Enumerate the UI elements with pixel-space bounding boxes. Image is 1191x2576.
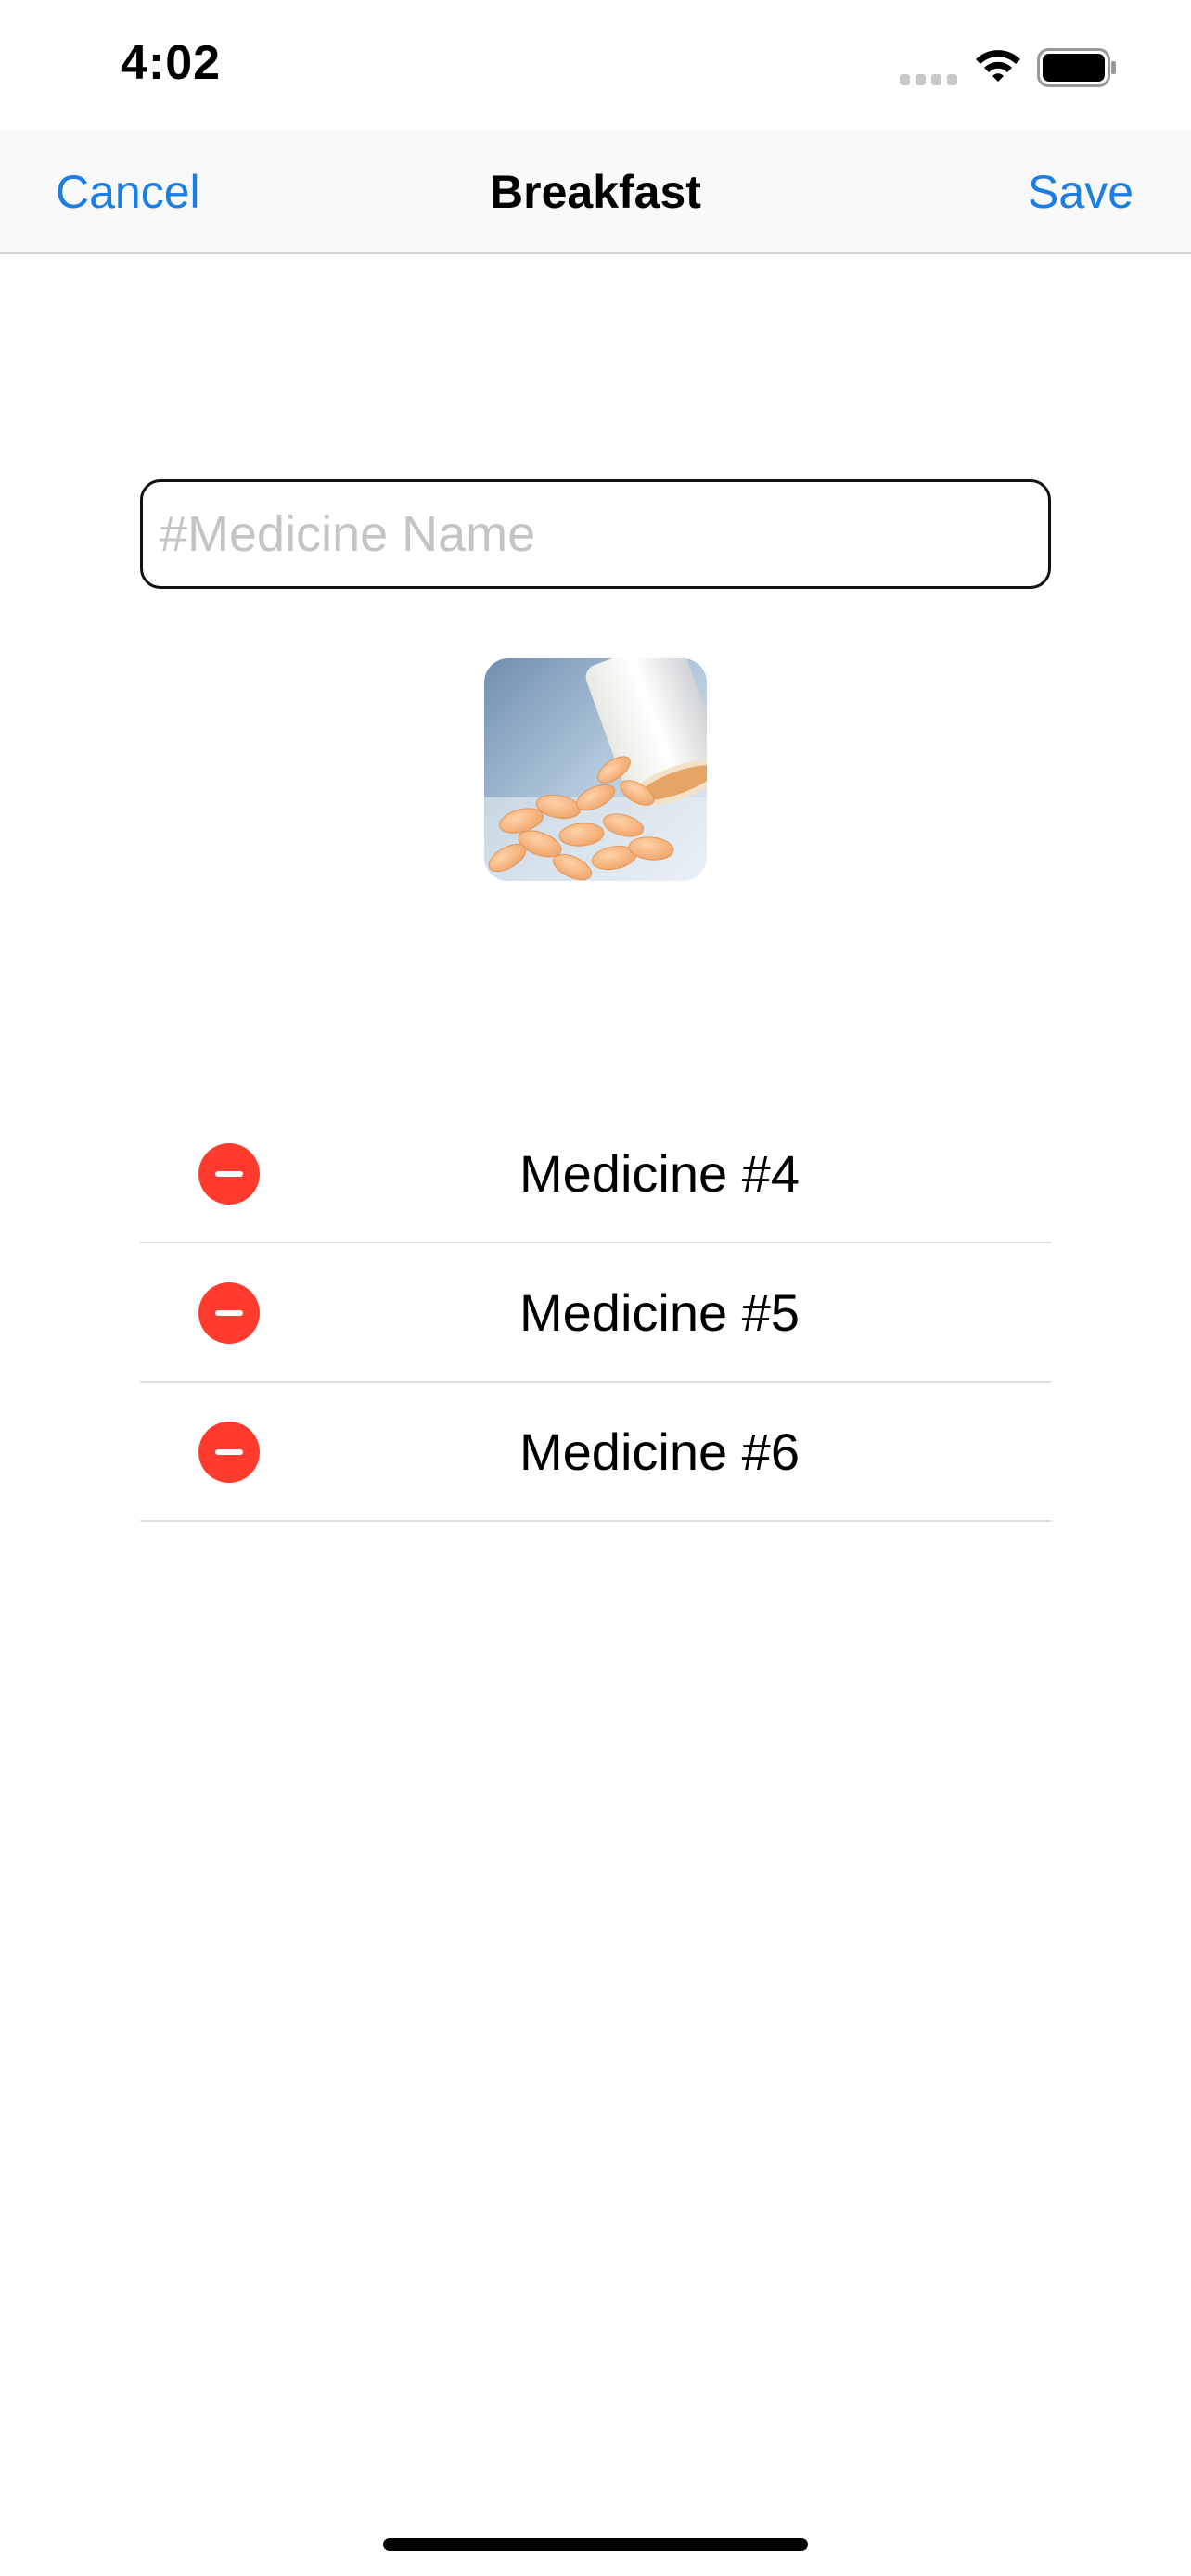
- delete-icon[interactable]: [198, 1422, 260, 1483]
- pill-bottle-illustration: [484, 658, 707, 881]
- save-button[interactable]: Save: [1028, 130, 1133, 254]
- medicine-name-input[interactable]: [140, 479, 1051, 589]
- medicine-label: Medicine #5: [519, 1283, 800, 1342]
- medicine-list: Medicine #4 Medicine #5 Medicine #6: [140, 1104, 1051, 1522]
- status-time: 4:02: [121, 36, 222, 90]
- navigation-bar: Breakfast Cancel Save: [0, 130, 1191, 254]
- medicine-label: Medicine #6: [519, 1422, 800, 1481]
- medicine-label: Medicine #4: [519, 1144, 800, 1203]
- pill-bottle-image[interactable]: [484, 658, 707, 881]
- list-item[interactable]: Medicine #4: [140, 1104, 1051, 1243]
- home-indicator[interactable]: [383, 2538, 808, 2551]
- delete-icon[interactable]: [198, 1282, 260, 1344]
- list-item[interactable]: Medicine #6: [140, 1383, 1051, 1522]
- battery-icon: [1037, 48, 1116, 87]
- cancel-button[interactable]: Cancel: [56, 130, 200, 254]
- screen: 4:02 Breakfast Cancel Save #Medicine Nam…: [0, 0, 1191, 2576]
- wifi-icon: [976, 50, 1020, 82]
- list-item[interactable]: Medicine #5: [140, 1243, 1051, 1383]
- signal-icon: [900, 74, 957, 85]
- status-bar: 4:02: [0, 0, 1191, 130]
- delete-icon[interactable]: [198, 1143, 260, 1205]
